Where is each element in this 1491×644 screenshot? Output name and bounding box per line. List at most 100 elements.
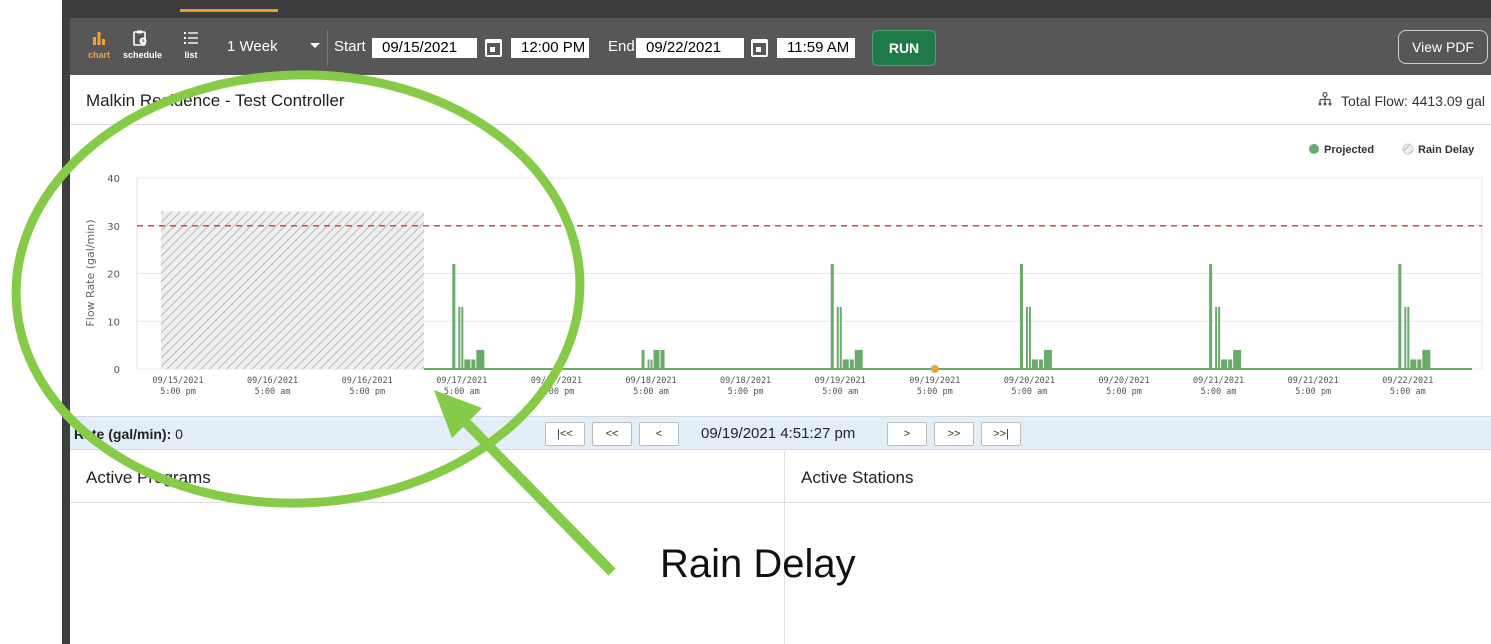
projected-bar (647, 359, 650, 369)
active-tab-indicator (180, 9, 278, 12)
projected-bar (452, 263, 456, 369)
projected-bar (464, 359, 471, 369)
y-tick-label: 20 (107, 270, 120, 281)
projected-bar (830, 263, 834, 369)
start-time-input[interactable]: 12:00 PM (511, 38, 589, 58)
projected-bar (476, 349, 485, 369)
projected-bar (849, 359, 854, 369)
projected-bar (1228, 359, 1233, 369)
projected-bar (1218, 306, 1221, 369)
cursor-marker (930, 365, 939, 373)
projected-bar (1025, 306, 1028, 369)
start-label: Start (334, 38, 366, 55)
bar-chart-icon (82, 30, 116, 50)
projected-bar (1410, 359, 1417, 369)
projected-bar (1209, 263, 1213, 369)
start-date-input[interactable]: 09/15/2021 (372, 38, 477, 58)
projected-bar (1407, 306, 1410, 369)
list-icon (174, 30, 208, 50)
projected-bar (839, 306, 842, 369)
y-tick-label: 10 (107, 317, 120, 328)
x-tick-date: 09/18/2021 (625, 376, 676, 386)
y-tick-label: 0 (114, 365, 120, 376)
screenshot-stage: chart schedule list 1 Week Start 09/15/2… (0, 0, 1491, 644)
projected-bar (842, 359, 849, 369)
active-programs-title: Active Programs (86, 468, 211, 487)
calendar-icon[interactable] (751, 39, 768, 57)
x-tick-time: 5:00 am (255, 387, 291, 397)
x-tick-time: 5:00 pm (1106, 387, 1142, 397)
end-time-input[interactable]: 11:59 AM (777, 38, 855, 58)
projected-bar (1038, 359, 1043, 369)
x-tick-date: 09/19/2021 (909, 376, 960, 386)
x-tick-time: 5:00 pm (728, 387, 764, 397)
projected-bar (641, 349, 645, 369)
x-tick-time: 5:00 am (1201, 387, 1237, 397)
x-tick-time: 5:00 am (1390, 387, 1426, 397)
projected-bar (1028, 306, 1031, 369)
list-view-button[interactable]: list (174, 30, 208, 66)
projected-bar (1221, 359, 1228, 369)
chart-view-button[interactable]: chart (82, 30, 116, 66)
legend-rain-delay-swatch (1402, 143, 1414, 155)
view-pdf-button[interactable]: View PDF (1398, 30, 1488, 64)
nav-last-button[interactable]: >>| (981, 422, 1021, 446)
y-axis-label: Flow Rate (gal/min) (84, 219, 97, 326)
network-icon (1317, 91, 1333, 109)
x-tick-date: 09/18/2021 (720, 376, 771, 386)
x-tick-time: 5:00 pm (349, 387, 385, 397)
flow-chart[interactable]: 010203040 09/15/20215:00 pm09/16/20215:0… (70, 126, 1491, 416)
x-tick-date: 09/22/2021 (1382, 376, 1433, 386)
controller-header: Malkin Residence - Test Controller Total… (70, 75, 1491, 125)
x-tick-date: 09/16/2021 (247, 376, 298, 386)
projected-bar (1043, 349, 1052, 369)
projected-bar (1233, 349, 1242, 369)
nav-back-button[interactable]: < (639, 422, 679, 446)
end-label: End (608, 38, 635, 55)
active-programs-header: Active Programs (70, 451, 784, 503)
projected-bar (660, 349, 665, 369)
chevron-down-icon[interactable] (310, 43, 320, 48)
schedule-view-button[interactable]: schedule (123, 30, 162, 66)
x-tick-date: 09/21/2021 (1193, 376, 1244, 386)
projected-bar (1215, 306, 1218, 369)
x-tick-time: 5:00 pm (917, 387, 953, 397)
projected-bar (650, 359, 653, 369)
x-tick-date: 09/19/2021 (815, 376, 866, 386)
cursor-timestamp: 09/19/2021 4:51:27 pm (701, 425, 856, 442)
controller-title: Malkin Residence - Test Controller (86, 91, 345, 110)
nav-forward-far-button[interactable]: >> (934, 422, 974, 446)
x-tick-date: 09/20/2021 (1004, 376, 1055, 386)
range-select[interactable]: 1 Week (227, 38, 278, 55)
calendar-icon[interactable] (485, 39, 502, 57)
end-date-input[interactable]: 09/22/2021 (636, 38, 744, 58)
projected-bar (1398, 263, 1402, 369)
nav-forward-button[interactable]: > (887, 422, 927, 446)
chart-view-label: chart (87, 50, 110, 60)
y-tick-label: 30 (107, 222, 120, 233)
x-tick-time: 5:00 am (633, 387, 669, 397)
projected-bar (458, 306, 461, 369)
x-tick-date: 09/16/2021 (342, 376, 393, 386)
x-tick-date: 09/20/2021 (1098, 376, 1149, 386)
nav-first-button[interactable]: |<< (545, 422, 585, 446)
total-flow-text: Total Flow: 4413.09 gal (1341, 93, 1485, 109)
run-button[interactable]: RUN (872, 30, 936, 66)
legend-rain-delay-label: Rain Delay (1418, 144, 1475, 156)
projected-bar (854, 349, 863, 369)
x-tick-time: 5:00 pm (538, 387, 574, 397)
projected-bar (471, 359, 476, 369)
toolbar: chart schedule list 1 Week Start 09/15/2… (70, 18, 1491, 75)
nav-back-far-button[interactable]: << (592, 422, 632, 446)
list-view-label: list (184, 50, 198, 60)
x-tick-date: 09/17/2021 (436, 376, 487, 386)
rain-delay-region (160, 211, 424, 369)
x-tick-date: 09/17/2021 (531, 376, 582, 386)
x-tick-time: 5:00 pm (160, 387, 196, 397)
x-tick-date: 09/15/2021 (152, 376, 203, 386)
top-strip (62, 0, 1491, 18)
toolbar-divider (327, 30, 328, 66)
legend-projected-label: Projected (1324, 144, 1374, 156)
annotation-label: Rain Delay (660, 542, 856, 586)
x-tick-date: 09/21/2021 (1288, 376, 1339, 386)
